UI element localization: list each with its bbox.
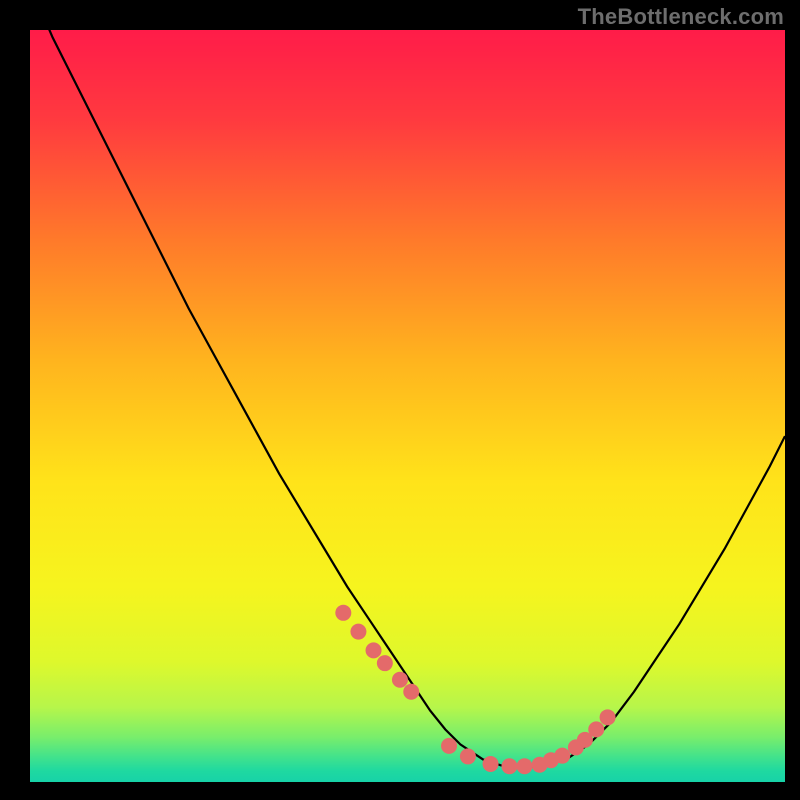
curve-marker: [403, 684, 419, 700]
chart-svg: [0, 0, 800, 800]
curve-marker: [335, 605, 351, 621]
curve-marker: [483, 756, 499, 772]
curve-marker: [588, 721, 604, 737]
plot-background: [30, 30, 785, 782]
chart-container: TheBottleneck.com: [0, 0, 800, 800]
curve-marker: [554, 748, 570, 764]
curve-marker: [392, 672, 408, 688]
curve-marker: [501, 758, 517, 774]
curve-marker: [366, 642, 382, 658]
curve-marker: [441, 738, 457, 754]
curve-marker: [377, 655, 393, 671]
watermark-text: TheBottleneck.com: [578, 4, 784, 30]
curve-marker: [600, 709, 616, 725]
curve-marker: [350, 624, 366, 640]
curve-marker: [517, 758, 533, 774]
curve-marker: [460, 748, 476, 764]
